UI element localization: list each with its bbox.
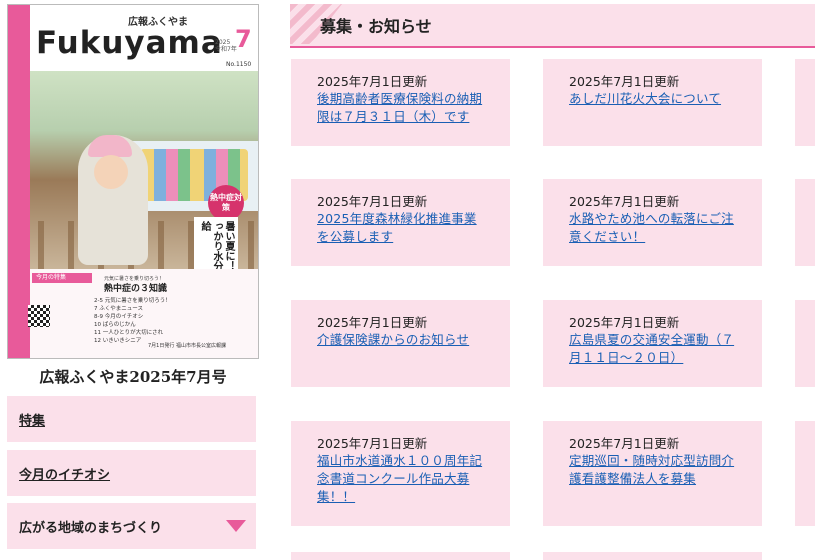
- notice-title-line: 2025年度森林緑化推進事業: [317, 211, 477, 226]
- notice-card-partial[interactable]: [795, 300, 815, 387]
- notice-title-line: 集！！: [317, 489, 356, 504]
- cover-contents: 2-5 元気に暑さを乗り切ろう！ 7 ふくやまニュース 8-9 今月のイチオシ …: [94, 297, 258, 345]
- nav-item-label: 広がる地域のまちづくり: [19, 520, 163, 536]
- nav-item-community[interactable]: 広がる地域のまちづくり: [7, 503, 256, 549]
- notice-title-line: 介護保険課からのお知らせ: [317, 332, 470, 347]
- notice-link[interactable]: 水路やため池への転落にご注 意ください！: [569, 210, 754, 246]
- notice-card-partial[interactable]: [291, 552, 510, 560]
- cover-contents-item: 10 ばらのじかん: [94, 322, 136, 328]
- notice-title-line: 月１１日～２０日）: [569, 350, 684, 365]
- notice-title-line: あしだ川花火大会について: [569, 91, 722, 106]
- cover-year-jp: 令和7年: [215, 46, 237, 53]
- notice-link[interactable]: 広島県夏の交通安全運動（７ 月１１日～２０日）: [569, 331, 754, 367]
- notice-date: 2025年7月1日更新: [317, 436, 428, 451]
- cover-serial-number: No.1150: [226, 61, 252, 68]
- notice-card[interactable]: 2025年7月1日更新 水路やため池への転落にご注 意ください！: [543, 179, 762, 266]
- cover-feature-title: 熱中症の３知識: [104, 284, 168, 294]
- notice-date: 2025年7月1日更新: [317, 74, 428, 89]
- nav-item-label: 特集: [19, 413, 46, 429]
- notice-date: 2025年7月1日更新: [569, 74, 680, 89]
- notice-link[interactable]: あしだ川花火大会について: [569, 90, 754, 108]
- cover-badge: 熱中症対策: [208, 185, 244, 221]
- notice-title-line: 福山市水道通水１００周年記: [317, 453, 483, 468]
- notice-date: 2025年7月1日更新: [317, 194, 428, 209]
- notice-title-line: 限は７月３１日（木）です: [317, 109, 470, 124]
- cover-child-face: [94, 155, 128, 189]
- notice-card[interactable]: 2025年7月1日更新 広島県夏の交通安全運動（７ 月１１日～２０日）: [543, 300, 762, 387]
- notice-title-line: 水路やため池への転落にご注: [569, 211, 734, 226]
- notice-card[interactable]: 2025年7月1日更新 2025年度森林緑化推進事業 を公募します: [291, 179, 510, 266]
- nav-item-feature[interactable]: 特集: [7, 396, 256, 442]
- cover-issue-number: 7: [235, 25, 252, 53]
- notice-card-partial[interactable]: [795, 179, 815, 266]
- cover-year-number: 2025: [215, 39, 231, 46]
- notice-card[interactable]: 2025年7月1日更新 介護保険課からのお知らせ: [291, 300, 510, 387]
- notice-card-partial[interactable]: [543, 552, 762, 560]
- notice-link[interactable]: 2025年度森林緑化推進事業 を公募します: [317, 210, 502, 246]
- cover-contents-item: 8-9 今月のイチオシ: [94, 314, 144, 320]
- notice-title-line: 定期巡回・随時対応型訪問介: [569, 453, 735, 468]
- qr-code-icon: [28, 305, 50, 327]
- notice-link[interactable]: 介護保険課からのお知らせ: [317, 331, 502, 349]
- nav-item-label: 今月のイチオシ: [19, 467, 111, 483]
- notice-link[interactable]: 後期高齢者医療保険料の納期 限は７月３１日（木）です: [317, 90, 502, 126]
- cover-contents-item: 2-5 元気に暑さを乗り切ろう！: [94, 298, 171, 304]
- cover-footer: 7月1日発行 福山市市長公室広報課: [148, 343, 226, 349]
- cover-year: 2025 令和7年: [215, 39, 237, 53]
- notice-title-line: 護看護整備法人を募集: [569, 471, 697, 486]
- notice-title-line: 広島県夏の交通安全運動（７: [569, 332, 735, 347]
- notice-card[interactable]: 2025年7月1日更新 福山市水道通水１００周年記 念書道コンクール作品大募 集…: [291, 421, 510, 526]
- notice-card-partial[interactable]: [795, 59, 815, 146]
- notice-card[interactable]: 2025年7月1日更新 後期高齢者医療保険料の納期 限は７月３１日（木）です: [291, 59, 510, 146]
- notice-date: 2025年7月1日更新: [569, 194, 680, 209]
- cover-contents-item: 7 ふくやまニュース: [94, 306, 143, 312]
- notice-date: 2025年7月1日更新: [569, 436, 680, 451]
- section-title: 募集・お知らせ: [320, 17, 432, 36]
- cover-brand: Fukuyama: [36, 25, 223, 61]
- notice-title-line: 後期高齢者医療保険料の納期: [317, 91, 483, 106]
- notice-title-line: 意ください！: [569, 229, 646, 244]
- cover-contents-item: 11 一人ひとりが大切にされ: [94, 330, 163, 336]
- notice-card[interactable]: 2025年7月1日更新 あしだ川花火大会について: [543, 59, 762, 146]
- notice-link[interactable]: 福山市水道通水１００周年記 念書道コンクール作品大募 集！！: [317, 452, 502, 506]
- notice-card[interactable]: 2025年7月1日更新 定期巡回・随時対応型訪問介 護看護整備法人を募集: [543, 421, 762, 526]
- notice-date: 2025年7月1日更新: [569, 315, 680, 330]
- notice-link[interactable]: 定期巡回・随時対応型訪問介 護看護整備法人を募集: [569, 452, 754, 488]
- chevron-down-icon[interactable]: [226, 520, 246, 532]
- notice-title-line: を公募します: [317, 229, 394, 244]
- notice-title-line: 念書道コンクール作品大募: [317, 471, 470, 486]
- cover-pink-strip: [8, 5, 30, 358]
- nav-item-pickup[interactable]: 今月のイチオシ: [7, 450, 256, 496]
- cover-feature-label: 今月の特集: [32, 273, 92, 283]
- issue-caption: 広報ふくやま2025年7月号: [39, 368, 227, 386]
- notice-card-partial[interactable]: [795, 421, 815, 526]
- magazine-cover-image[interactable]: 広報ふくやま Fukuyama 2025 令和7年 7 No.1150 熱中症対…: [7, 4, 259, 359]
- notice-date: 2025年7月1日更新: [317, 315, 428, 330]
